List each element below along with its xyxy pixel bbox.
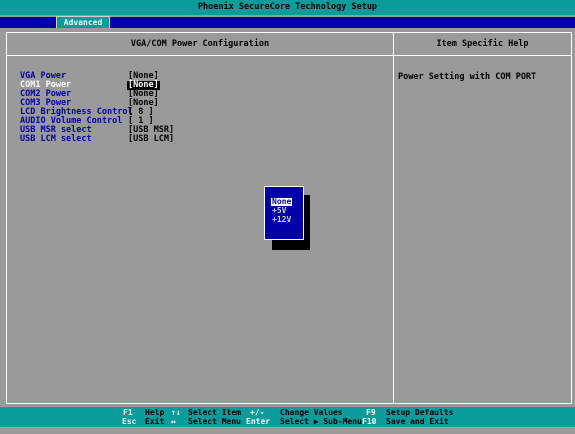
setting-label: USB LCM select: [20, 134, 92, 144]
key-plus-minus: +/-: [250, 408, 265, 417]
key-legend-bar: F1 Help Esc Exit ↑↓ Select Item ↔ Select…: [0, 407, 575, 427]
key-enter-desc: Select ▶ Sub-Menu: [280, 417, 362, 426]
popup-option-none[interactable]: None: [271, 198, 293, 206]
key-f9: F9: [366, 408, 376, 417]
header-separator: [7, 55, 571, 56]
key-arrows-leftright-desc: Select Menu: [188, 417, 241, 426]
key-arrows-leftright: ↔: [171, 417, 176, 426]
key-arrows-updown: ↑↓: [171, 408, 181, 417]
menu-header: VGA/COM Power Configuration: [130, 39, 270, 49]
key-f10: F10: [362, 417, 377, 426]
option-popup[interactable]: None +5V +12V: [264, 186, 304, 240]
key-f9-desc: Setup Defaults: [386, 408, 454, 417]
setting-value[interactable]: [USB LCM]: [128, 135, 174, 144]
help-text: Power Setting with COM PORT: [398, 72, 537, 82]
popup-option-5v[interactable]: +5V: [272, 207, 286, 215]
key-f1-desc: Help: [145, 408, 165, 417]
key-f1: F1: [123, 408, 133, 417]
key-enter: Enter: [246, 417, 271, 426]
help-divider: [393, 33, 394, 403]
tab-advanced[interactable]: Advanced: [56, 16, 110, 28]
popup-option-12v[interactable]: +12V: [272, 216, 291, 224]
help-header: Item Specific Help: [436, 39, 529, 49]
key-esc-desc: Exit: [145, 417, 165, 426]
app-title: Phoenix SecureCore Technology Setup: [197, 2, 378, 12]
key-esc: Esc: [122, 417, 137, 426]
key-f10-desc: Save and Exit: [386, 417, 449, 426]
key-plus-minus-desc: Change Values: [280, 408, 343, 417]
key-arrows-updown-desc: Select Item: [188, 408, 241, 417]
title-bar: Phoenix SecureCore Technology Setup: [0, 0, 575, 15]
